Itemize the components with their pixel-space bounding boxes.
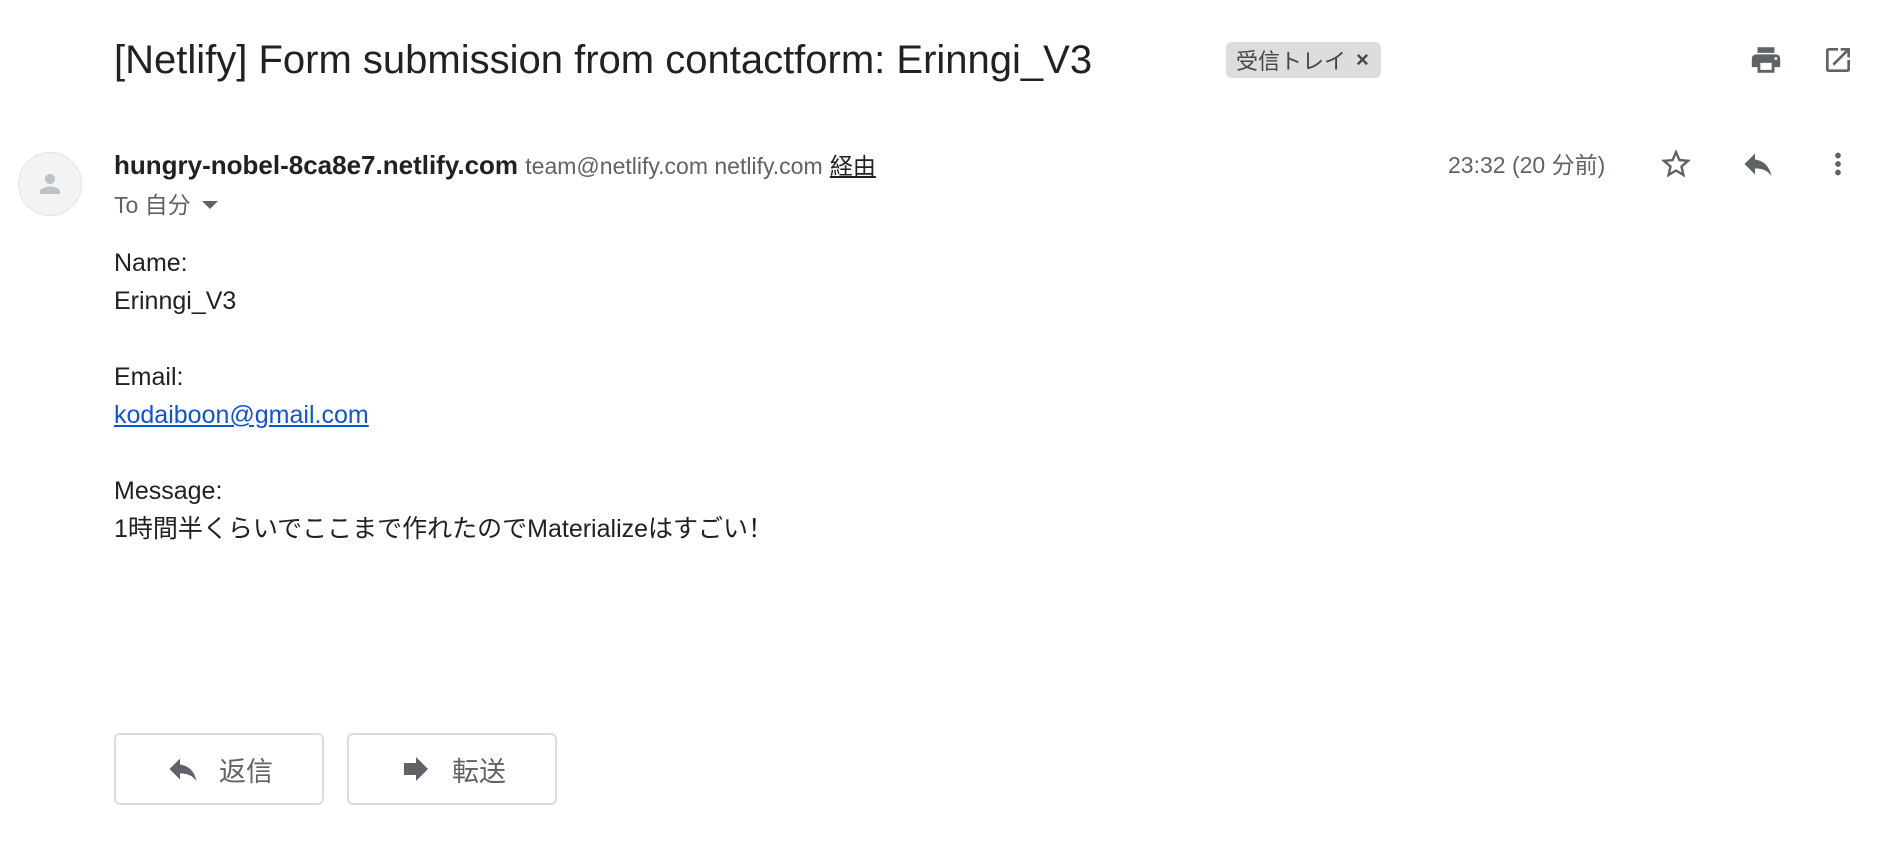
email-label: Email: [114, 363, 184, 391]
message-value: 1時間半くらいでここまで作れたのでMaterializeはすごい！ [114, 515, 774, 543]
email-link[interactable]: kodaiboon@gmail.com [114, 401, 369, 429]
name-label: Name: [114, 249, 188, 277]
via-link[interactable]: 経由 [830, 153, 876, 179]
email-subject: [Netlify] Form submission from contactfo… [114, 38, 1093, 82]
recipient-details-toggle[interactable]: To 自分 [114, 188, 219, 222]
print-icon[interactable] [1746, 40, 1786, 80]
reply-button-label: 返信 [219, 756, 273, 787]
forward-button-label: 転送 [452, 756, 506, 787]
star-icon[interactable] [1656, 144, 1696, 184]
reply-button[interactable]: 返信 [114, 733, 324, 805]
forward-arrow-icon [404, 757, 428, 781]
sender-name[interactable]: hungry-nobel-8ca8e7.netlify.com [114, 150, 518, 180]
message-label: Message: [114, 477, 223, 505]
name-value: Erinngi_V3 [114, 287, 237, 315]
label-chip-text: 受信トレイ [1236, 49, 1347, 74]
reply-icon [169, 758, 197, 781]
more-vert-icon[interactable] [1818, 144, 1858, 184]
open-in-new-window-icon[interactable] [1818, 40, 1858, 80]
reply-icon[interactable] [1738, 144, 1778, 184]
forward-button[interactable]: 転送 [347, 733, 557, 805]
sender-line: hungry-nobel-8ca8e7.netlify.com team@net… [114, 148, 876, 183]
sender-avatar[interactable] [18, 152, 82, 216]
sender-via-address: team@netlify.com netlify.com [525, 153, 823, 179]
recipient-label: To 自分 [114, 192, 191, 218]
person-icon [40, 174, 60, 194]
timestamp: 23:32 (20 分前) [1448, 152, 1606, 178]
remove-label-icon[interactable]: × [1356, 47, 1369, 73]
label-chip-inbox[interactable]: 受信トレイ × [1226, 42, 1381, 78]
chevron-down-icon [201, 201, 218, 209]
message-body: Name: Erinngi_V3 Email: kodaiboon@gmail.… [114, 244, 773, 548]
